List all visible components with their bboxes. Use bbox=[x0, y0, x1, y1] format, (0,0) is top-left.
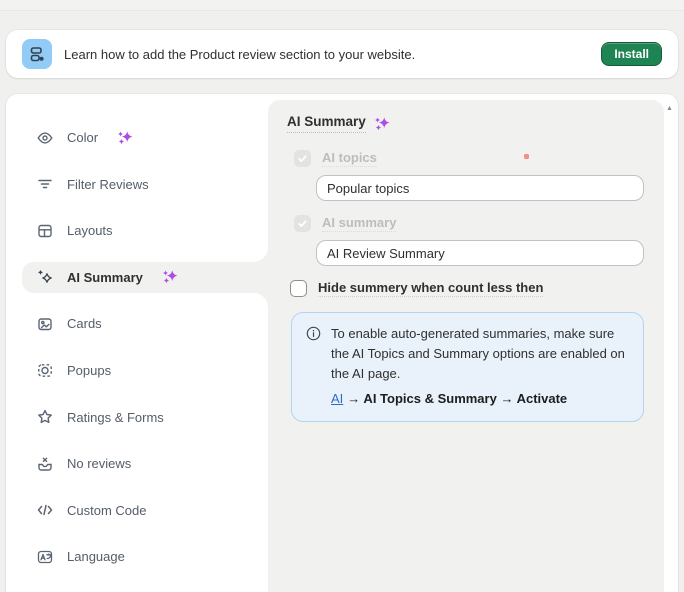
sidebar-item-color[interactable]: Color bbox=[22, 122, 268, 153]
top-divider bbox=[0, 0, 684, 11]
sidebar-item-popups[interactable]: Popups bbox=[22, 355, 268, 386]
code-icon bbox=[36, 501, 54, 519]
info-banner: To enable auto-generated summaries, make… bbox=[291, 312, 644, 422]
required-marker bbox=[524, 154, 529, 159]
info-path: → AI Topics & Summary → Activate bbox=[347, 391, 567, 406]
ai-topics-label: AI topics bbox=[322, 150, 377, 167]
settings-sidebar: Color Filter Reviews Layouts bbox=[6, 94, 268, 592]
sidebar-item-label: Cards bbox=[67, 316, 102, 331]
star-icon bbox=[36, 408, 54, 426]
info-message: To enable auto-generated summaries, make… bbox=[331, 326, 625, 381]
sidebar-item-label: Popups bbox=[67, 363, 111, 378]
popups-icon bbox=[36, 361, 54, 379]
info-icon bbox=[306, 326, 321, 409]
ai-sparkle-badge-icon bbox=[374, 116, 390, 132]
ai-summary-row: AI summary bbox=[294, 215, 645, 232]
sidebar-item-label: Color bbox=[67, 130, 98, 145]
sidebar-item-language[interactable]: Language bbox=[22, 541, 268, 572]
sidebar-item-label: AI Summary bbox=[67, 270, 143, 285]
no-reviews-icon bbox=[36, 455, 54, 473]
sidebar-item-cards[interactable]: Cards bbox=[22, 308, 268, 339]
sidebar-item-label: Filter Reviews bbox=[67, 177, 149, 192]
panel-title: AI Summary bbox=[287, 114, 366, 133]
hide-summary-checkbox[interactable] bbox=[290, 280, 307, 297]
ai-summary-label: AI summary bbox=[322, 215, 396, 232]
ai-sparkle-icon bbox=[36, 268, 54, 286]
sidebar-item-no-reviews[interactable]: No reviews bbox=[22, 448, 268, 479]
sidebar-item-label: Language bbox=[67, 549, 125, 564]
scrollbar[interactable]: ▲ bbox=[664, 100, 678, 592]
cards-icon bbox=[36, 315, 54, 333]
language-icon bbox=[36, 548, 54, 566]
sidebar-item-label: No reviews bbox=[67, 456, 131, 471]
sidebar-item-label: Custom Code bbox=[67, 503, 146, 518]
sidebar-item-label: Ratings & Forms bbox=[67, 410, 164, 425]
ai-page-link[interactable]: AI bbox=[331, 391, 343, 406]
install-button[interactable]: Install bbox=[601, 42, 662, 66]
sidebar-item-filter-reviews[interactable]: Filter Reviews bbox=[22, 169, 268, 200]
ai-sparkle-badge-icon bbox=[162, 269, 178, 285]
ai-topics-checkbox[interactable] bbox=[294, 150, 311, 167]
layouts-icon bbox=[36, 222, 54, 240]
sidebar-item-label: Layouts bbox=[67, 223, 113, 238]
hide-summary-label: Hide summery when count less then bbox=[318, 280, 543, 297]
sidebar-item-layouts[interactable]: Layouts bbox=[22, 215, 268, 246]
ai-sparkle-badge-icon bbox=[117, 130, 133, 146]
ai-summary-input[interactable] bbox=[316, 240, 644, 266]
section-app-icon bbox=[22, 39, 52, 69]
sidebar-item-ai-summary[interactable]: AI Summary bbox=[22, 262, 268, 293]
hide-summary-row: Hide summery when count less then bbox=[290, 280, 645, 297]
filter-icon bbox=[36, 175, 54, 193]
install-banner: Learn how to add the Product review sect… bbox=[6, 30, 678, 78]
ai-topics-input[interactable] bbox=[316, 175, 644, 201]
sidebar-item-custom-code[interactable]: Custom Code bbox=[22, 495, 268, 526]
ai-topics-row: AI topics bbox=[294, 150, 645, 167]
settings-content: AI Summary AI topics bbox=[268, 94, 678, 592]
banner-message: Learn how to add the Product review sect… bbox=[64, 47, 601, 62]
color-icon bbox=[36, 129, 54, 147]
settings-card: Color Filter Reviews Layouts bbox=[6, 94, 678, 592]
scroll-up-icon[interactable]: ▲ bbox=[666, 105, 673, 112]
ai-summary-panel: AI Summary AI topics bbox=[268, 100, 664, 592]
sidebar-item-ratings-forms[interactable]: Ratings & Forms bbox=[22, 402, 268, 433]
ai-summary-checkbox[interactable] bbox=[294, 215, 311, 232]
